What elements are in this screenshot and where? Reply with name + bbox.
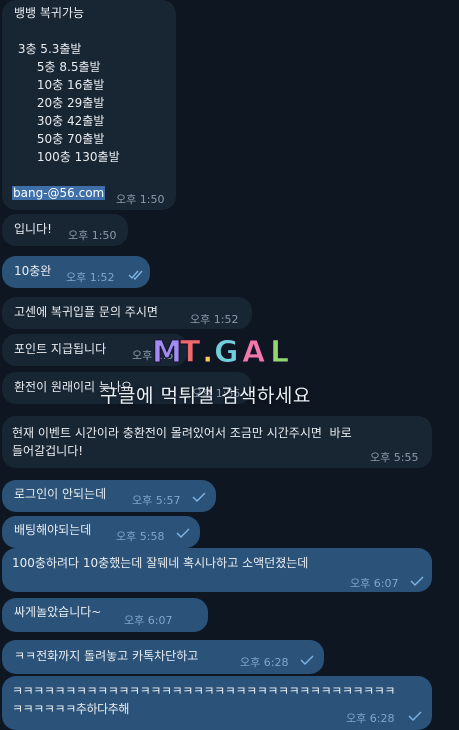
- message-time: 오후 6:07: [124, 614, 173, 627]
- message-time: 오후 5:57: [132, 494, 181, 507]
- double-check-icon: [128, 270, 143, 280]
- message-bubble-outgoing[interactable]: ㅋㅋㅋㅋㅋㅋㅋㅋㅋㅋㅋㅋㅋㅋㅋㅋㅋㅋㅋㅋㅋㅋㅋㅋㅋㅋㅋㅋㅋㅋㅋㅋㅋㅋㅋㅋ ㅋㅋㅋ…: [2, 676, 432, 730]
- svg-text:G: G: [214, 335, 239, 370]
- message-text: 뱅뱅 복귀가능 3충 5.3출발 5충 8.5출발 10충 16출발 20충 2…: [14, 6, 120, 164]
- message-bubble-outgoing[interactable]: 싸게놀았습니다~ 오후 6:07: [2, 598, 208, 632]
- message-text: 입니다!: [14, 222, 52, 236]
- single-check-icon: [176, 528, 190, 538]
- svg-text:M: M: [152, 335, 182, 370]
- message-text: 로그인이 안되는데: [14, 487, 107, 501]
- message-text: ㅋㅋ전화까지 돌려놓고 카톡차단하고: [14, 649, 199, 663]
- message-bubble-incoming[interactable]: 현재 이벤트 시간이라 충환전이 몰려있어서 조금만 시간주시면 바로 들어갈겁…: [2, 416, 432, 468]
- message-time: 오후 6:07: [350, 577, 399, 590]
- message-bubble-incoming[interactable]: 뱅뱅 복귀가능 3충 5.3출발 5충 8.5출발 10충 16출발 20충 2…: [2, 0, 176, 210]
- message-time: 오후 1:50: [116, 193, 165, 206]
- message-text: 포인트 지급됩니다: [14, 342, 107, 356]
- message-text: 100충하려다 10충했는데 잘뒈네 혹시나하고 소액던졌는데: [12, 556, 309, 570]
- message-bubble-incoming[interactable]: 입니다! 오후 1:50: [2, 214, 128, 246]
- message-text: ㅋㅋㅋㅋㅋㅋㅋㅋㅋㅋㅋㅋㅋㅋㅋㅋㅋㅋㅋㅋㅋㅋㅋㅋㅋㅋㅋㅋㅋㅋㅋㅋㅋㅋㅋㅋ ㅋㅋㅋ…: [12, 684, 396, 716]
- single-check-icon: [300, 655, 314, 665]
- message-text: 싸게놀았습니다~: [14, 605, 102, 619]
- message-link[interactable]: bang-@56.com: [12, 186, 106, 200]
- svg-text:.: .: [202, 335, 213, 370]
- watermark-text: 구글에 먹튀갤 검색하세요: [100, 385, 311, 407]
- message-time: 오후 1:52: [190, 313, 239, 326]
- message-bubble-outgoing[interactable]: 배팅해야되는데 오후 5:58: [2, 516, 200, 548]
- svg-text:L: L: [270, 335, 289, 370]
- svg-text:T: T: [180, 335, 201, 370]
- single-check-icon: [192, 492, 206, 502]
- message-time: 오후 6:28: [346, 712, 395, 725]
- message-time: 오후 5:58: [116, 530, 165, 543]
- message-text: 10충완: [14, 264, 52, 278]
- message-bubble-outgoing[interactable]: 100충하려다 10충했는데 잘뒈네 혹시나하고 소액던졌는데 오후 6:07: [2, 548, 432, 592]
- message-time: 오후 1:50: [68, 229, 117, 242]
- message-text: 현재 이벤트 시간이라 충환전이 몰려있어서 조금만 시간주시면 바로 들어갈겁…: [12, 426, 352, 458]
- mtgal-watermark-logo: M T . G A L: [152, 335, 290, 371]
- message-time: 오후 5:55: [370, 451, 419, 464]
- svg-text:A: A: [242, 335, 266, 370]
- single-check-icon: [410, 576, 424, 586]
- message-text: 고센에 복귀입플 문의 주시면: [14, 305, 158, 319]
- single-check-icon: [408, 711, 422, 721]
- message-time: 오후 1:52: [66, 271, 115, 284]
- message-bubble-incoming[interactable]: 고센에 복귀입플 문의 주시면 오후 1:52: [2, 297, 252, 329]
- message-time: 오후 6:28: [240, 656, 289, 669]
- message-text: 배팅해야되는데: [14, 523, 92, 537]
- message-bubble-outgoing[interactable]: 로그인이 안되는데 오후 5:57: [2, 480, 216, 512]
- message-bubble-outgoing[interactable]: ㅋㅋ전화까지 돌려놓고 카톡차단하고 오후 6:28: [2, 640, 324, 674]
- message-bubble-outgoing[interactable]: 10충완 오후 1:52: [2, 256, 150, 288]
